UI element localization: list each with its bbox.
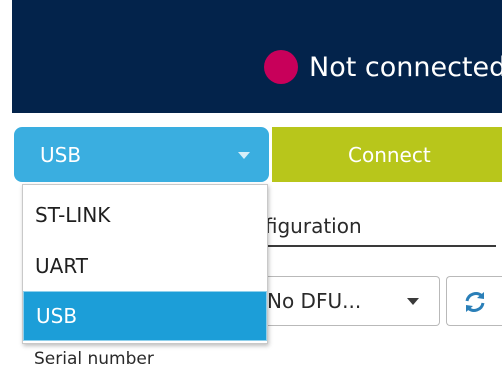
dropdown-option-usb[interactable]: USB <box>23 291 267 341</box>
dropdown-option-stlink[interactable]: ST-LINK <box>23 191 267 239</box>
tab-underline <box>266 245 496 247</box>
chevron-down-icon <box>238 152 250 159</box>
interface-select[interactable]: USB <box>14 127 269 182</box>
status-dot <box>264 50 298 84</box>
tab-configuration[interactable]: ConfConfiguration <box>226 213 362 239</box>
connection-status-text: Not connected <box>309 52 502 83</box>
connect-button[interactable]: Connect <box>272 127 502 182</box>
chevron-down-icon <box>407 298 419 305</box>
refresh-icon <box>465 292 485 312</box>
dfu-device-select[interactable]: No DFU... <box>266 276 440 326</box>
dfu-device-value: No DFU... <box>267 289 362 313</box>
serial-number-label: Serial number <box>34 349 154 369</box>
interface-dropdown-list: ST-LINK UART USB <box>22 184 268 344</box>
connection-header: Not connected <box>12 0 502 113</box>
refresh-button[interactable] <box>446 276 502 326</box>
connect-button-label: Connect <box>348 143 431 167</box>
dropdown-option-uart[interactable]: UART <box>23 242 267 290</box>
interface-select-value: USB <box>40 143 82 167</box>
window-edge <box>0 0 12 370</box>
